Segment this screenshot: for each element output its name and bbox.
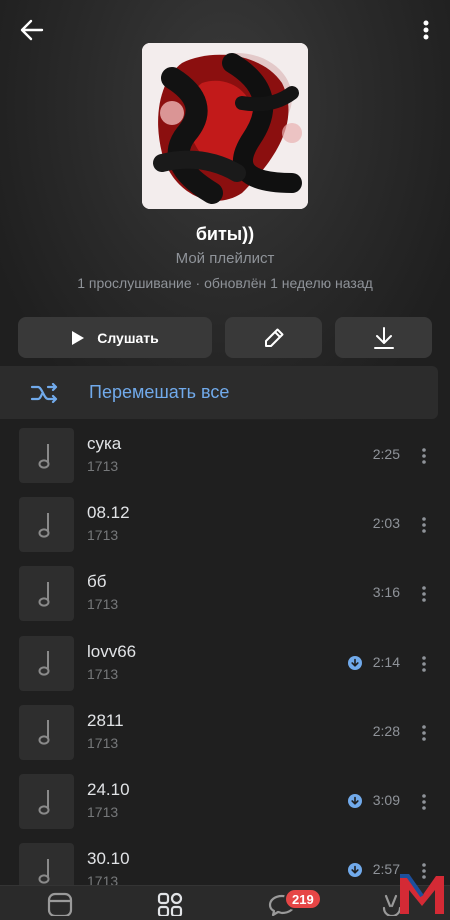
track-more-button[interactable] (416, 652, 432, 676)
track-duration: 3:09 (372, 792, 400, 808)
track-title: 08.12 (87, 503, 130, 523)
newsfeed-icon (47, 892, 73, 916)
track-duration: 3:16 (372, 584, 400, 601)
music-note-icon (38, 858, 49, 884)
bottom-tab-bar (0, 885, 450, 920)
shuffle-all-button[interactable]: Перемешать все (0, 366, 438, 419)
listen-label: Слушать (97, 329, 159, 346)
track-row[interactable]: 24.10 1713 3:09 (0, 774, 450, 830)
edit-button[interactable] (225, 317, 322, 358)
music-note-icon (38, 443, 49, 469)
tab-newsfeed[interactable] (40, 886, 80, 920)
playlist-cover (142, 43, 308, 209)
track-more-button[interactable] (416, 582, 432, 606)
pencil-icon (264, 328, 283, 347)
track-artist: 1713 (87, 458, 119, 474)
track-duration: 2:14 (372, 653, 400, 670)
messages-badge: 219 (284, 888, 322, 910)
more-vertical-icon (422, 448, 426, 464)
track-thumbnail (19, 566, 74, 622)
music-note-icon (38, 720, 49, 745)
arrow-left-icon (20, 19, 44, 41)
track-title: бб (87, 572, 107, 592)
track-row[interactable]: 08.12 1713 2:03 (0, 497, 450, 553)
playlist-meta: 1 прослушивание · обновлён 1 неделю наза… (77, 275, 373, 291)
services-icon (157, 892, 183, 916)
track-artist: 1713 (87, 527, 119, 544)
track-row[interactable]: сука 1713 2:25 (0, 428, 450, 484)
track-title: lovv66 (87, 641, 137, 661)
track-more-button[interactable] (416, 444, 432, 468)
shuffle-label: Перемешать все (89, 382, 230, 402)
track-title: сука (87, 434, 122, 453)
track-artist: 1713 (87, 665, 119, 682)
more-vertical-icon (423, 20, 429, 40)
track-thumbnail (19, 635, 74, 691)
track-artist: 1713 (87, 804, 119, 820)
music-note-icon (38, 581, 49, 607)
track-artist: 1713 (87, 596, 119, 613)
track-row[interactable]: lovv66 1713 2:14 (0, 635, 450, 692)
track-more-button[interactable] (416, 513, 432, 537)
music-note-icon (38, 789, 49, 815)
track-duration: 2:03 (372, 515, 400, 532)
listen-button[interactable]: Слушать (18, 317, 212, 358)
downloaded-icon (348, 794, 362, 808)
track-thumbnail (19, 428, 74, 483)
watermark-logo (400, 874, 444, 914)
track-title: 30.10 (87, 849, 130, 869)
track-row[interactable]: 2811 1713 2:28 (0, 704, 450, 761)
more-vertical-icon (422, 794, 426, 810)
more-vertical-icon (422, 655, 426, 672)
track-more-button[interactable] (416, 790, 432, 814)
track-artist: 1713 (87, 734, 119, 751)
track-thumbnail (19, 704, 74, 760)
track-duration: 2:28 (372, 722, 400, 739)
music-note-icon (38, 651, 49, 676)
playlist-title: биты)) (195, 224, 255, 244)
playlist-owner: Мой плейлист (175, 250, 275, 267)
downloaded-icon (348, 863, 362, 878)
track-title: 24.10 (87, 780, 130, 799)
track-more-button[interactable] (416, 721, 432, 745)
more-vertical-icon (422, 586, 426, 603)
tab-services[interactable] (150, 886, 190, 920)
music-note-icon (38, 512, 49, 538)
track-title: 2811 (87, 710, 124, 730)
play-icon (72, 330, 85, 345)
more-options-button[interactable] (414, 14, 438, 46)
more-vertical-icon (422, 517, 426, 533)
track-duration: 2:25 (372, 446, 400, 462)
track-thumbnail (19, 774, 74, 829)
download-icon (373, 326, 394, 349)
more-vertical-icon (422, 724, 426, 741)
downloaded-icon (348, 655, 362, 670)
back-button[interactable] (14, 14, 50, 46)
shuffle-icon (30, 382, 60, 403)
download-button[interactable] (335, 317, 432, 358)
track-row[interactable]: бб 1713 3:16 (0, 566, 450, 622)
track-thumbnail (19, 497, 74, 553)
